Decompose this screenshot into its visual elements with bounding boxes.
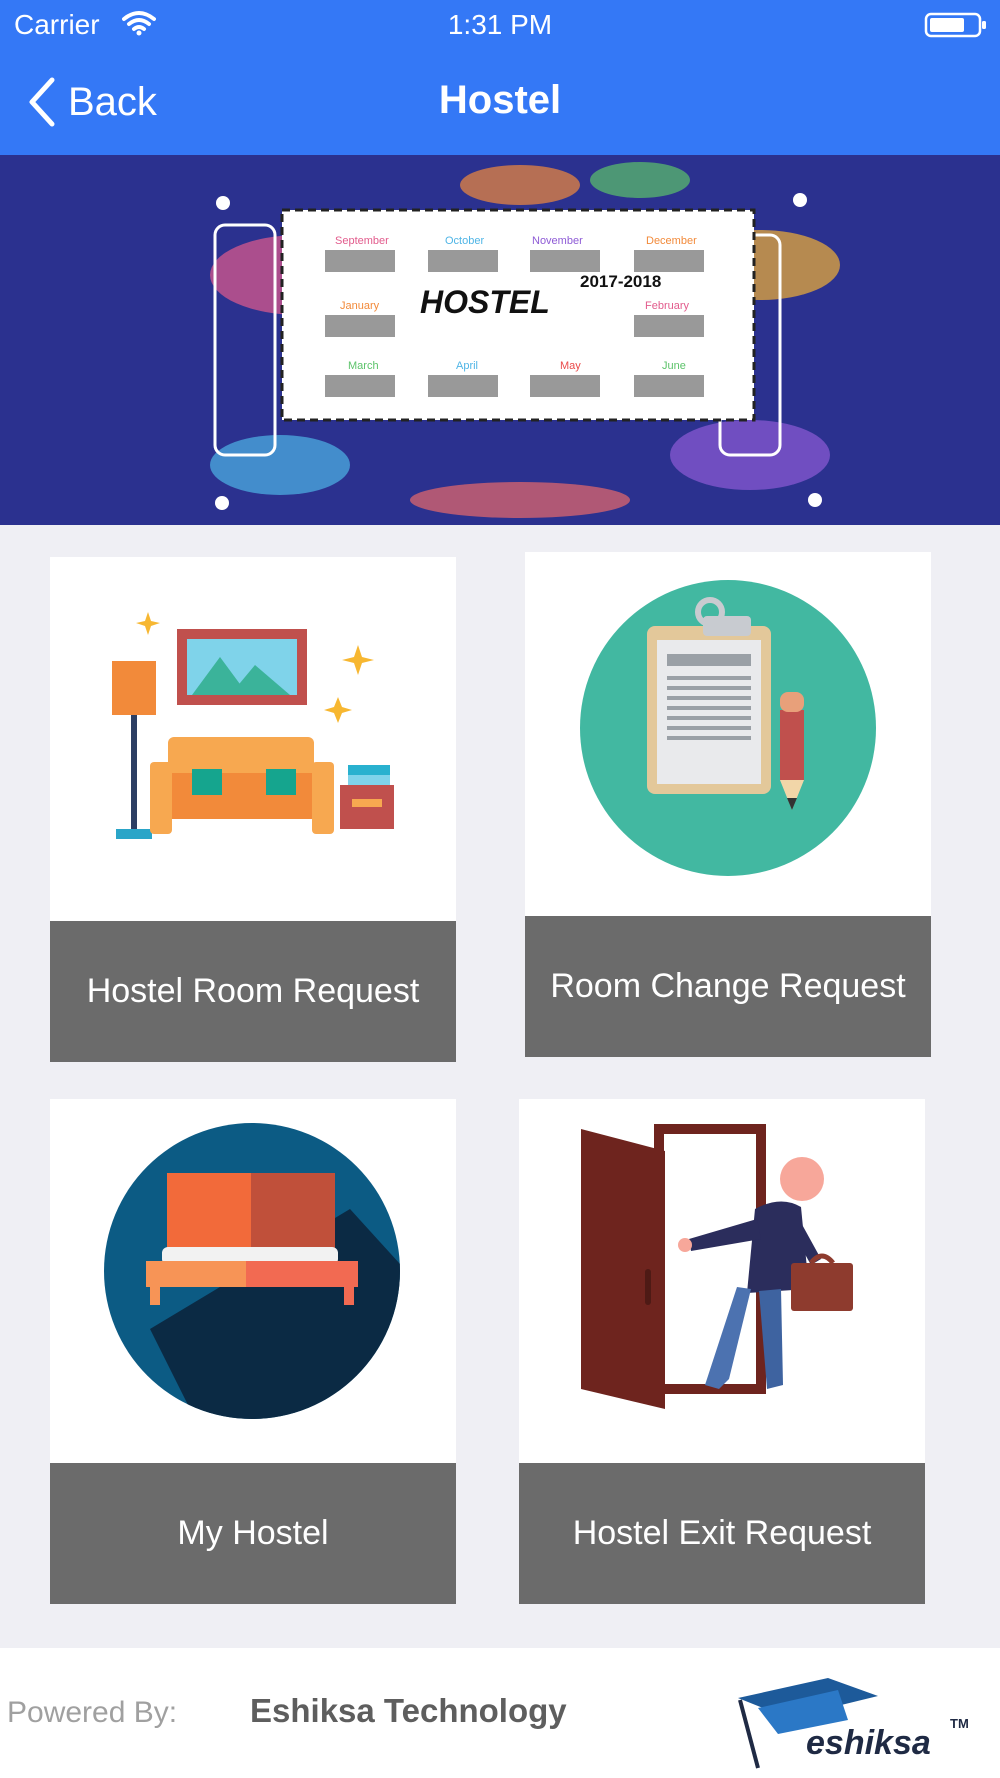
banner-illustration: September October November December Janu… bbox=[210, 162, 840, 518]
month-label: May bbox=[560, 360, 581, 372]
banner-years: 2017-2018 bbox=[580, 272, 661, 291]
page-title: Hostel bbox=[438, 78, 562, 122]
tile-caption: Hostel Exit Request bbox=[519, 1463, 925, 1604]
logo-text: eshiksa bbox=[806, 1724, 931, 1762]
clipboard-pencil-icon bbox=[580, 580, 876, 876]
hostel-banner: September October November December Janu… bbox=[0, 155, 1000, 525]
month-label: October bbox=[445, 235, 484, 247]
exit-door-icon bbox=[581, 1124, 853, 1409]
logo-trademark: TM bbox=[950, 1716, 969, 1731]
powered-by-label: Powered By: bbox=[7, 1696, 178, 1729]
hostel-exit-request-tile[interactable]: Hostel Exit Request bbox=[519, 1099, 925, 1604]
month-label: January bbox=[340, 300, 380, 312]
tile-caption: My Hostel bbox=[50, 1463, 456, 1604]
bed-icon bbox=[104, 1123, 400, 1419]
status-bar: Carrier 1:31 PM bbox=[0, 0, 1000, 50]
tile-caption: Hostel Room Request bbox=[50, 921, 456, 1062]
month-label: June bbox=[662, 360, 686, 372]
month-label: February bbox=[645, 300, 690, 312]
tile-caption: Room Change Request bbox=[525, 916, 931, 1057]
eshiksa-logo: eshiksa TM bbox=[738, 1678, 969, 1769]
my-hostel-tile[interactable]: My Hostel bbox=[50, 1099, 456, 1604]
navigation-bar: Back Hostel bbox=[0, 50, 1000, 155]
company-name: Eshiksa Technology bbox=[250, 1692, 567, 1729]
hostel-room-request-tile[interactable]: Hostel Room Request bbox=[50, 557, 456, 1062]
month-label: December bbox=[646, 235, 697, 247]
living-room-icon bbox=[112, 612, 394, 839]
month-label: March bbox=[348, 360, 379, 372]
month-label: November bbox=[532, 235, 583, 247]
month-label: April bbox=[456, 360, 478, 372]
banner-title: HOSTEL bbox=[420, 284, 550, 320]
status-time: 1:31 PM bbox=[447, 9, 553, 40]
room-change-request-tile[interactable]: Room Change Request bbox=[525, 552, 931, 1057]
month-label: September bbox=[335, 235, 389, 247]
footer: Powered By: Eshiksa Technology eshiksa T… bbox=[0, 1648, 1000, 1778]
battery-icon bbox=[924, 12, 986, 38]
